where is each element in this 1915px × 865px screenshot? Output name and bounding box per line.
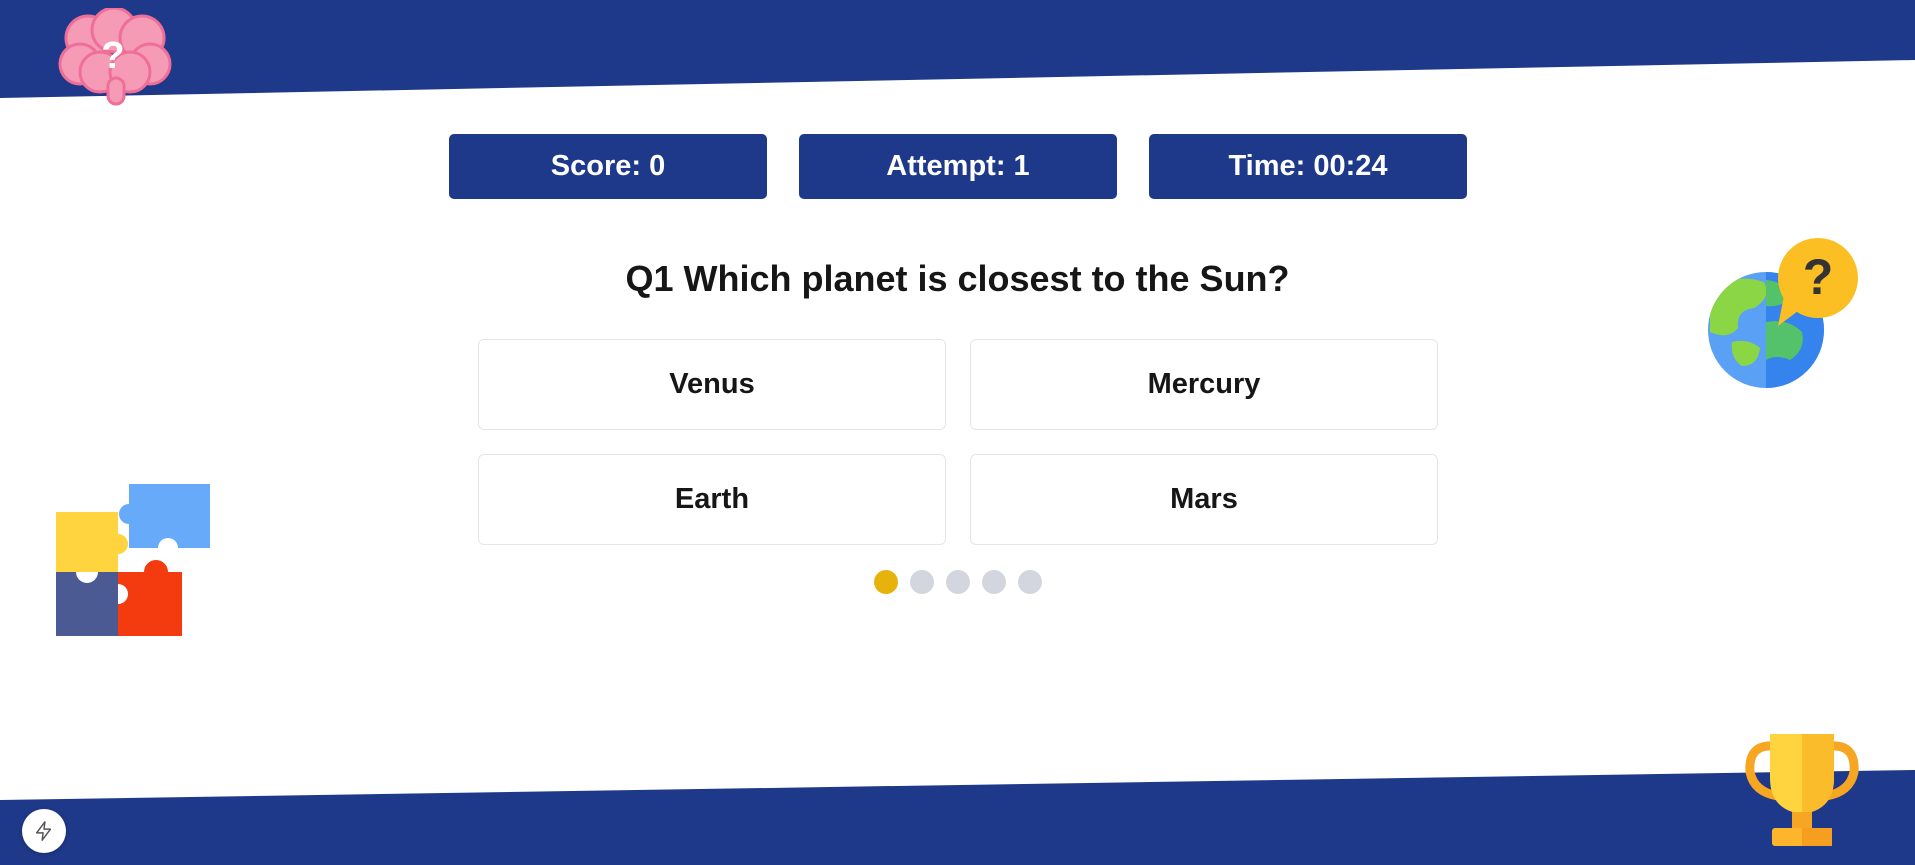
stats-bar: Score: 0 Attempt: 1 Time: 00:24 — [449, 134, 1467, 199]
option-label: Mars — [1170, 483, 1238, 515]
option-label: Earth — [674, 483, 750, 515]
timer-box: Time: 00:24 — [1149, 134, 1467, 199]
svg-text:?: ? — [1803, 249, 1834, 305]
puzzle-icon — [56, 484, 210, 636]
option-label: Mercury — [1147, 368, 1261, 400]
attempt-box: Attempt: 1 — [799, 134, 1117, 199]
globe-question-icon: ? — [1708, 238, 1858, 388]
progress-dot-4 — [982, 570, 1006, 594]
trophy-icon — [1745, 734, 1859, 846]
question-text: Q1 Which planet is closest to the Sun? — [625, 258, 1290, 299]
progress-dot-1 — [874, 570, 898, 594]
option-label: Venus — [669, 368, 755, 400]
attempt-label: Attempt: 1 — [886, 150, 1030, 182]
bolt-button[interactable] — [22, 809, 66, 853]
score-label: Score: 0 — [550, 150, 666, 182]
answer-options: Venus Mercury Earth Mars — [478, 339, 1438, 545]
bolt-icon — [35, 821, 52, 841]
svg-text:?: ? — [101, 35, 124, 77]
progress-dots — [874, 570, 1042, 594]
progress-dot-5 — [1018, 570, 1042, 594]
option-button-mars[interactable]: Mars — [970, 454, 1438, 545]
option-button-mercury[interactable]: Mercury — [970, 339, 1438, 430]
progress-dot-2 — [910, 570, 934, 594]
progress-dot-3 — [946, 570, 970, 594]
timer-label: Time: 00:24 — [1228, 150, 1388, 182]
brain-question-icon: ? — [58, 8, 172, 106]
option-button-venus[interactable]: Venus — [478, 339, 946, 430]
score-box: Score: 0 — [449, 134, 767, 199]
option-button-earth[interactable]: Earth — [478, 454, 946, 545]
